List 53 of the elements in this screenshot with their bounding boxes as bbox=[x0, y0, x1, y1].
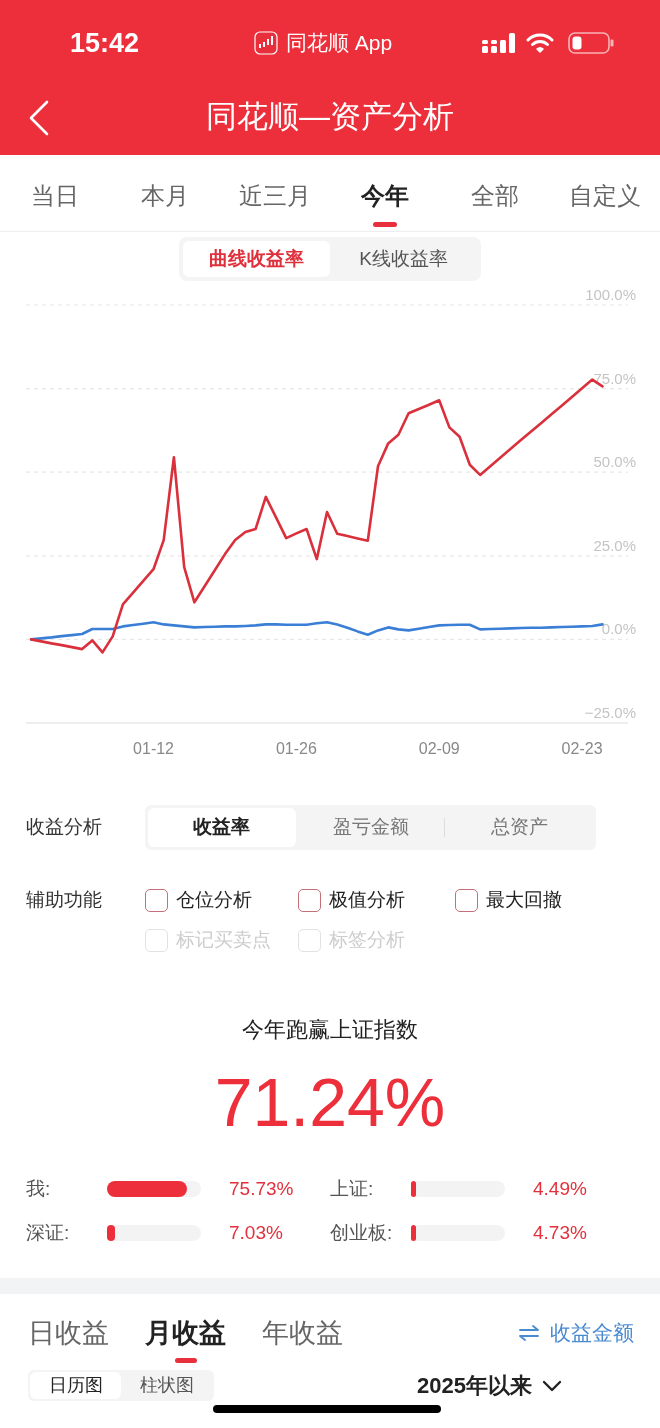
page-title: 同花顺—资产分析 bbox=[206, 98, 454, 137]
y-axis-label: 100.0% bbox=[585, 286, 636, 303]
checkbox-option[interactable]: 最大回撤 bbox=[455, 880, 605, 920]
chevron-down-icon bbox=[542, 1379, 562, 1392]
period-tab[interactable]: 全部 bbox=[440, 155, 550, 231]
swap-icon bbox=[518, 1325, 540, 1341]
x-axis-label: 01-26 bbox=[275, 740, 317, 757]
returns-tab[interactable]: 月收益 bbox=[145, 1316, 226, 1363]
app-label: 同花顺 App bbox=[285, 30, 393, 57]
y-axis-label: 0.0% bbox=[601, 620, 636, 638]
amount-switch-link[interactable]: 收益金额 bbox=[518, 1316, 634, 1350]
chart-mode-tab[interactable]: K线收益率 bbox=[330, 241, 477, 277]
app-logo-icon bbox=[253, 31, 278, 55]
analysis-type-tab[interactable]: 总资产 bbox=[445, 808, 593, 847]
y-axis-label: 50.0% bbox=[593, 453, 636, 471]
range-dropdown[interactable]: 2025年以来 bbox=[417, 1371, 562, 1400]
percentage-value: 4.73% bbox=[533, 1220, 587, 1245]
chart-mode-tab[interactable]: 曲线收益率 bbox=[183, 241, 330, 277]
signal-icon bbox=[482, 32, 518, 54]
row-label: 上证: bbox=[330, 1176, 375, 1201]
returns-tab[interactable]: 日收益 bbox=[28, 1316, 109, 1363]
back-icon bbox=[28, 99, 50, 136]
comparison-title: 今年跑赢上证指数 bbox=[242, 1015, 418, 1044]
period-tab[interactable]: 自定义 bbox=[550, 155, 660, 231]
y-axis-label: −25.0% bbox=[584, 704, 636, 721]
percentage-value: 75.73% bbox=[229, 1176, 294, 1201]
battery-icon bbox=[568, 32, 614, 54]
excess-return-value: 71.24% bbox=[214, 1068, 446, 1136]
percentage-value: 4.49% bbox=[533, 1176, 587, 1201]
x-axis-label: 02-09 bbox=[418, 740, 460, 757]
section-label: 收益分析 bbox=[25, 815, 103, 840]
section-label: 辅助功能 bbox=[26, 887, 102, 912]
analysis-type-tab[interactable]: 盈亏金额 bbox=[296, 808, 445, 847]
row-label: 创业板: bbox=[330, 1220, 394, 1245]
checkbox-option[interactable]: 仓位分析 bbox=[145, 880, 298, 920]
wifi-icon bbox=[526, 33, 554, 53]
checkbox-option[interactable]: 极值分析 bbox=[298, 880, 455, 920]
y-axis-label: 75.0% bbox=[593, 369, 636, 387]
analysis-type-tab[interactable]: 收益率 bbox=[148, 808, 296, 847]
period-tab[interactable]: 今年 bbox=[330, 155, 440, 231]
period-tab[interactable]: 本月 bbox=[110, 155, 220, 231]
y-axis-label: 25.0% bbox=[593, 536, 636, 554]
x-axis-label: 01-12 bbox=[133, 740, 174, 757]
view-tab[interactable]: 柱状图 bbox=[121, 1372, 212, 1399]
percentage-value: 7.03% bbox=[229, 1220, 283, 1245]
view-tab[interactable]: 日历图 bbox=[30, 1372, 121, 1399]
status-time: 15:42 bbox=[70, 27, 140, 58]
row-label: 我: bbox=[26, 1176, 52, 1201]
returns-tab[interactable]: 年收益 bbox=[262, 1316, 343, 1363]
period-tab[interactable]: 近三月 bbox=[220, 155, 330, 231]
x-axis-label: 02-23 bbox=[561, 740, 603, 757]
period-tab[interactable]: 当日 bbox=[0, 155, 110, 231]
row-label: 深证: bbox=[26, 1220, 71, 1245]
